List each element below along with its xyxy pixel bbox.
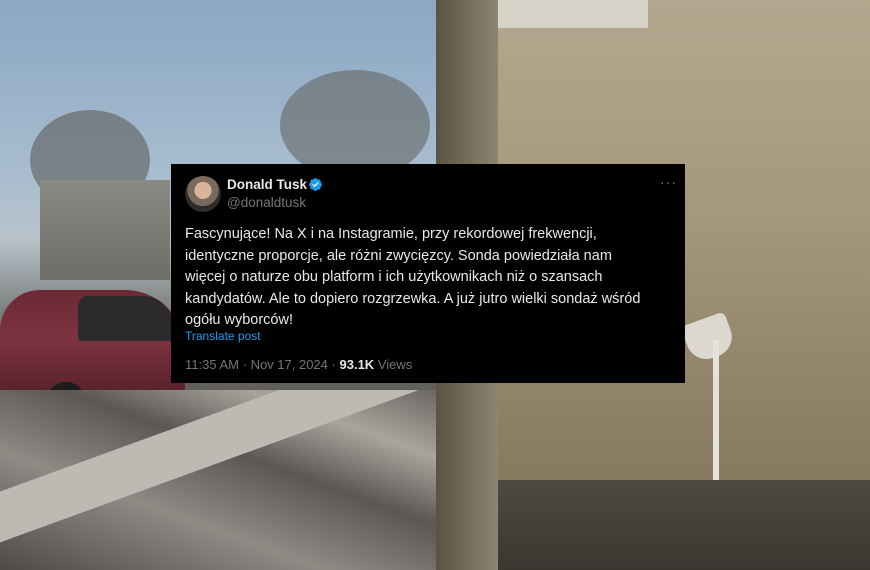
tweet-date[interactable]: Nov 17, 2024 [251, 357, 328, 372]
floor [498, 480, 870, 570]
pipe [713, 340, 719, 480]
tweet-card[interactable]: Donald Tusk @donaldtusk ··· Fascynujące!… [171, 164, 685, 383]
car-window [78, 296, 173, 341]
meta-separator: · [331, 357, 336, 372]
author-name[interactable]: Donald Tusk [227, 177, 307, 192]
author-handle[interactable]: @donaldtusk [227, 195, 306, 210]
translate-post-link[interactable]: Translate post [185, 329, 261, 343]
building [40, 180, 170, 280]
tweet-time[interactable]: 11:35 AM [185, 357, 239, 372]
views-label: Views [377, 357, 413, 372]
more-options-icon[interactable]: ··· [660, 174, 677, 190]
tweet-text: Fascynujące! Na X i na Instagramie, przy… [185, 226, 641, 328]
avatar[interactable] [185, 176, 221, 212]
ceiling-vent [498, 0, 648, 28]
tweet-meta: 11:35 AM · Nov 17, 2024 · 93.1K Views [185, 357, 412, 372]
views-count[interactable]: 93.1K [340, 357, 375, 372]
verified-badge-icon [309, 178, 322, 191]
meta-separator: · [242, 357, 247, 372]
rubble [0, 390, 436, 570]
broken-sink [680, 311, 738, 365]
